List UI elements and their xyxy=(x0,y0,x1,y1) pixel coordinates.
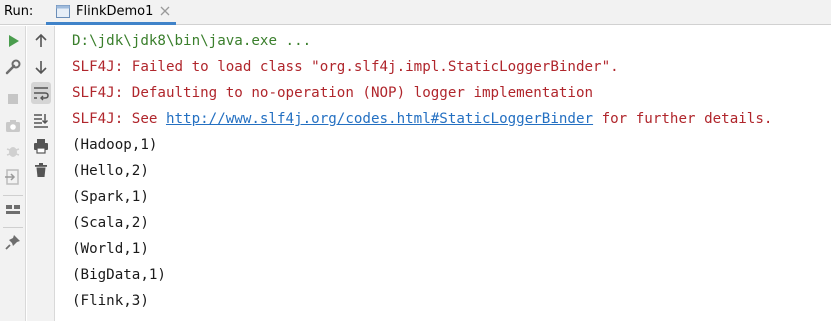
toolbar-separator xyxy=(3,195,23,196)
command-line: D:\jdk\jdk8\bin\java.exe ... xyxy=(72,33,312,49)
run-tool-window-header: Run: FlinkDemo1 xyxy=(0,0,831,25)
down-arrow-icon[interactable] xyxy=(31,57,51,77)
run-label: Run: xyxy=(4,4,34,19)
close-icon[interactable] xyxy=(159,5,171,17)
output-line: (Hello,2) xyxy=(72,163,149,179)
output-line: (Hadoop,1) xyxy=(72,137,158,153)
wrench-icon[interactable] xyxy=(3,57,23,77)
output-line: (BigData,1) xyxy=(72,267,166,283)
stop-icon[interactable] xyxy=(3,89,23,109)
console-actions-toolbar xyxy=(27,26,55,321)
debug-off-icon[interactable] xyxy=(3,141,23,161)
tab-flinkdemo1[interactable]: FlinkDemo1 xyxy=(46,0,176,25)
toolbar-separator xyxy=(3,227,23,228)
output-line: (Spark,1) xyxy=(72,189,149,205)
trash-icon[interactable] xyxy=(31,160,51,180)
slf4j-see-line: SLF4J: See http://www.slf4j.org/codes.ht… xyxy=(72,109,772,129)
pin-icon[interactable] xyxy=(3,232,23,252)
see-suffix: for further details. xyxy=(593,111,773,127)
see-prefix: SLF4J: See xyxy=(72,111,166,127)
tab-title: FlinkDemo1 xyxy=(76,4,154,19)
camera-icon[interactable] xyxy=(3,116,23,136)
slf4j-warning-line: SLF4J: Defaulting to no-operation (NOP) … xyxy=(72,85,594,101)
exit-icon[interactable] xyxy=(3,167,23,187)
console-output[interactable]: D:\jdk\jdk8\bin\java.exe ... SLF4J: Fail… xyxy=(56,26,831,321)
layout-icon[interactable] xyxy=(3,200,23,220)
print-icon[interactable] xyxy=(31,136,51,156)
output-line: (World,1) xyxy=(72,241,149,257)
output-line: (Scala,2) xyxy=(72,215,149,231)
run-actions-toolbar xyxy=(0,26,26,321)
slf4j-doc-link[interactable]: http://www.slf4j.org/codes.html#StaticLo… xyxy=(166,111,593,127)
slf4j-warning-line: SLF4J: Failed to load class "org.slf4j.i… xyxy=(72,59,619,75)
run-config-icon xyxy=(56,5,70,18)
rerun-icon[interactable] xyxy=(3,31,23,51)
up-arrow-icon[interactable] xyxy=(31,31,51,51)
scroll-to-end-icon[interactable] xyxy=(31,110,51,130)
output-line: (Flink,3) xyxy=(72,293,149,309)
soft-wrap-icon[interactable] xyxy=(31,82,51,104)
